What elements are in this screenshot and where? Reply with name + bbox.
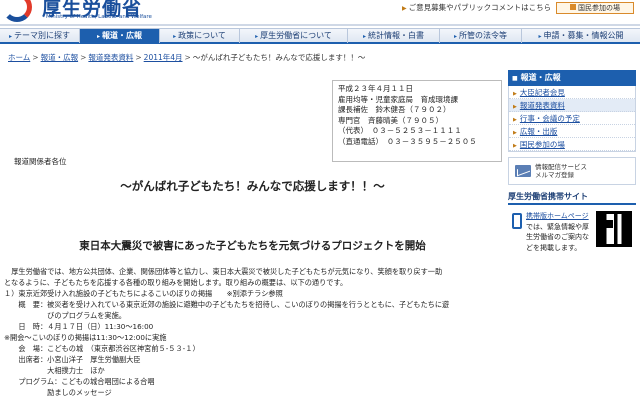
mhlw-logo-icon[interactable] <box>2 0 32 22</box>
body-text: 厚生労働省では、地方公共団体、企業、関係団体等と協力し、東日本大震災で被災した子… <box>4 266 502 398</box>
breadcrumb-releases[interactable]: 報道発表資料 <box>88 53 133 62</box>
logo-english-text: Ministry of Health, Labour and Welfare <box>46 14 152 20</box>
sidebar-heading: 報道・広報 <box>508 70 636 86</box>
global-nav: テーマ別に探す 報道・広報 政策について 厚生労働省について 統計情報・白書 所… <box>0 28 640 44</box>
mail-line1: 情報配信サービス <box>535 163 587 171</box>
contact-line: 雇用均等・児童家庭局 育成環境課 <box>338 94 458 104</box>
body-line: びのプログラムを実施。 <box>4 311 126 320</box>
body-line: 会 場：こどもの城 （東京都渋谷区神宮前５-５３-１） <box>4 344 200 353</box>
mobile-site-heading: 厚生労働省携帯サイト <box>508 191 636 205</box>
contact-line: （直通電話） ０３－３５９５－２５０５ <box>338 136 477 146</box>
nav-item-applications[interactable]: 申請・募集・情報公開 <box>522 29 640 43</box>
qr-finder <box>605 220 613 228</box>
nav-item-laws[interactable]: 所管の法令等 <box>440 29 522 43</box>
body-line: 厚生労働省では、地方公共団体、企業、関係団体等と協力し、東日本大震災で被災した子… <box>4 267 443 276</box>
addressee: 報道関係者各位 <box>14 157 67 166</box>
mobile-site-link[interactable]: 携帯版ホームページ <box>526 212 589 220</box>
contact-line: 専門官 斉藤晴美（７９０５） <box>338 115 443 125</box>
nav-item-theme[interactable]: テーマ別に探す <box>0 29 80 43</box>
breadcrumb-home[interactable]: ホーム <box>8 53 30 62</box>
sidebar-item-press-releases[interactable]: 報道発表資料 <box>509 99 635 112</box>
sidebar-item-press-conference[interactable]: 大臣記者会見 <box>509 86 635 99</box>
contact-line: 課長補佐 鈴木健吾（７９０２） <box>338 105 451 114</box>
mobile-site-description: では、緊急情報や厚生労働省のご案内などを掲載します。 <box>526 222 589 252</box>
body-line: １）東京近郊受け入れ施設の子どもたちによるこいのぼりの掲揚 ※別添チラシ参照 <box>4 289 283 298</box>
nav-item-statistics[interactable]: 統計情報・白書 <box>348 29 440 43</box>
qr-code-icon <box>596 211 632 247</box>
sidebar-item-events[interactable]: 行事・会議の予定 <box>509 112 635 125</box>
breadcrumb-current: ～がんばれ子どもたち！みんなで応援します！！～ <box>192 53 366 62</box>
body-line: 出席者：小宮山洋子 厚生労働副大臣 <box>4 355 141 364</box>
opinion-link[interactable]: ご意見募集やパブリックコメントはこちら <box>402 2 552 13</box>
people-icon <box>570 4 576 10</box>
body-line: 概 要：被災者を受け入れている東京近郊の施設に避難中の子どもたちを招待し、こいの… <box>4 300 450 309</box>
mail-banner-text: 情報配信サービス メルマガ登録 <box>535 163 587 179</box>
nav-item-press[interactable]: 報道・広報 <box>80 29 160 43</box>
breadcrumb-separator: > <box>32 53 39 62</box>
page-subtitle: 東日本大震災で被害にあった子どもたちを元気づけるプロジェクトを開始 <box>79 240 426 252</box>
nav-item-about[interactable]: 厚生労働省について <box>240 29 348 43</box>
breadcrumb-separator: > <box>184 53 191 62</box>
kokumin-button[interactable]: 国民参加の場 <box>556 2 634 14</box>
mail-icon <box>515 165 531 177</box>
mobile-site-box: 携帯版ホームページでは、緊急情報や厚生労働省のご案内などを掲載します。 <box>508 211 636 301</box>
contact-box: 平成２３年４月１１日 雇用均等・児童家庭局 育成環境課 課長補佐 鈴木健吾（７９０２… <box>332 80 502 162</box>
contact-line: （代表） ０３－５２５３－１１１１ <box>338 126 462 135</box>
body-line: 日 時：４月１７日（日）11:30～16:00 <box>4 322 154 331</box>
header-divider <box>0 24 640 26</box>
nav-item-policy[interactable]: 政策について <box>160 29 240 43</box>
body-line: となるように、子どもたちを応援する各種の取り組みを開始します。取り組みの概要は、… <box>4 278 348 287</box>
breadcrumb-separator: > <box>135 53 142 62</box>
sidebar-item-participation[interactable]: 国民参加の場 <box>509 138 635 151</box>
mail-line2: メルマガ登録 <box>535 171 574 179</box>
breadcrumb-separator: > <box>80 53 87 62</box>
site-header: 厚生労働省 Ministry of Health, Labour and Wel… <box>0 0 640 26</box>
main-content: 平成２３年４月１１日 雇用均等・児童家庭局 育成環境課 課長補佐 鈴木健吾（７９０２… <box>0 62 505 400</box>
body-line: 大相撲力士 ほか <box>4 366 105 375</box>
kokumin-button-label: 国民参加の場 <box>578 4 620 12</box>
body-line: ※開会～こいのぼりの掲揚は11:30～12:00に実施 <box>4 333 167 342</box>
body-line: 励ましのメッセージ <box>4 388 112 397</box>
sidebar-menu: 大臣記者会見 報道発表資料 行事・会議の予定 広報・出版 国民参加の場 <box>508 86 636 152</box>
breadcrumb-press[interactable]: 報道・広報 <box>41 53 79 62</box>
sidebar-item-publications[interactable]: 広報・出版 <box>509 125 635 138</box>
sidebar: 報道・広報 大臣記者会見 報道発表資料 行事・会議の予定 広報・出版 国民参加の… <box>508 70 636 301</box>
mobile-phone-icon <box>512 213 522 229</box>
body-line: プログラム：こどもの城合唱団による合唱 <box>4 377 155 386</box>
page-title: ～がんばれ子どもたち！みんなで応援します！！～ <box>120 179 385 193</box>
mobile-site-text: 携帯版ホームページでは、緊急情報や厚生労働省のご案内などを掲載します。 <box>526 211 590 253</box>
contact-line: 平成２３年４月１１日 <box>338 84 413 93</box>
mail-magazine-banner[interactable]: 情報配信サービス メルマガ登録 <box>508 157 636 185</box>
breadcrumb-month[interactable]: 2011年4月 <box>144 53 183 62</box>
